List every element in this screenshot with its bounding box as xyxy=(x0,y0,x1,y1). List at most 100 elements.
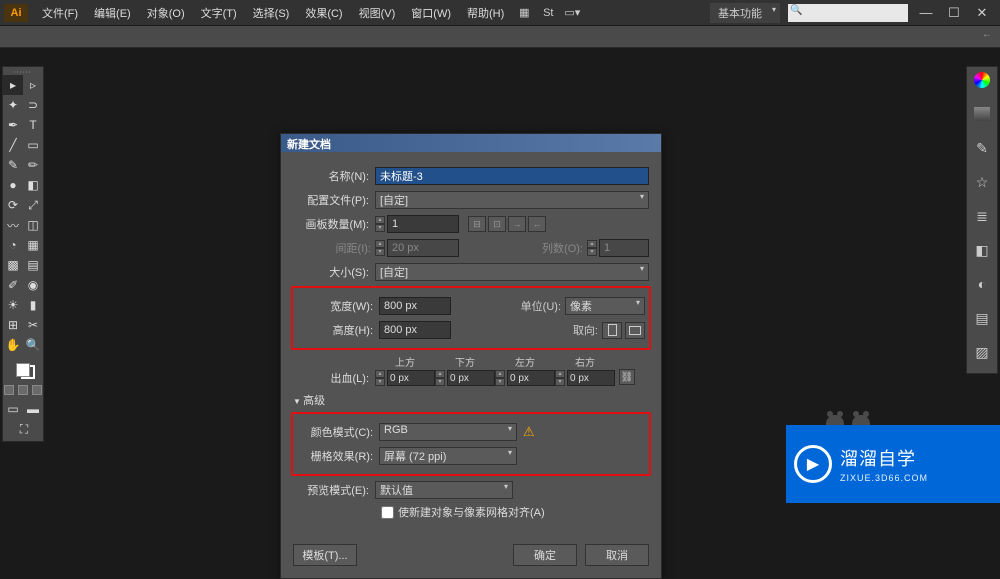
tool-pencil[interactable]: ✏ xyxy=(23,155,43,175)
tool-selection[interactable]: ▸ xyxy=(3,75,23,95)
tool-mesh[interactable]: ▩ xyxy=(3,255,23,275)
tool-wand[interactable]: ✦ xyxy=(3,95,23,115)
tool-brush[interactable]: ✎ xyxy=(3,155,23,175)
orient-landscape[interactable] xyxy=(625,322,645,339)
tool-free-transform[interactable]: ◫ xyxy=(23,215,43,235)
minimize-button[interactable]: — xyxy=(914,4,938,22)
menu-object[interactable]: 对象(O) xyxy=(139,5,193,21)
menu-edit[interactable]: 编辑(E) xyxy=(86,5,139,21)
draw-mode-c[interactable] xyxy=(32,385,42,395)
artboards-label: 画板数量(M): xyxy=(293,216,375,232)
tool-eraser[interactable]: ◧ xyxy=(23,175,43,195)
menu-type[interactable]: 文字(T) xyxy=(193,5,245,21)
preview-dropdown[interactable]: 默认值 xyxy=(375,481,513,499)
search-input[interactable] xyxy=(788,4,908,22)
draw-mode-b[interactable] xyxy=(18,385,28,395)
menu-view[interactable]: 视图(V) xyxy=(351,5,404,21)
tool-artboard[interactable]: ⊞ xyxy=(3,315,23,335)
tool-eyedrop[interactable]: ✐ xyxy=(3,275,23,295)
screen-mode-a[interactable]: ▭ xyxy=(3,399,23,419)
arrange-icon[interactable]: ▭▾ xyxy=(562,4,582,22)
bleed-bottom-input[interactable] xyxy=(447,370,495,386)
tool-rect[interactable]: ▭ xyxy=(23,135,43,155)
orient-label: 取向: xyxy=(546,322,602,338)
height-input[interactable] xyxy=(379,321,451,339)
menu-select[interactable]: 选择(S) xyxy=(245,5,298,21)
size-dropdown[interactable]: [自定] xyxy=(375,263,649,281)
menu-effect[interactable]: 效果(C) xyxy=(297,5,350,21)
fill-swatch[interactable] xyxy=(16,363,30,377)
artboards-stepper[interactable]: ▴▾ xyxy=(375,216,385,232)
bleed-bot-step[interactable]: ▴▾ xyxy=(435,370,445,386)
palette-symbols[interactable]: ☆ xyxy=(967,169,997,195)
palette-brushes[interactable]: ✎ xyxy=(967,135,997,161)
tool-symbol[interactable]: ☀ xyxy=(3,295,23,315)
bleed-right-step[interactable]: ▴▾ xyxy=(555,370,565,386)
tool-scale[interactable]: ⤢ xyxy=(23,195,43,215)
tool-line[interactable]: ╱ xyxy=(3,135,23,155)
height-label: 高度(H): xyxy=(297,322,379,338)
tool-shape-builder[interactable]: ◔ xyxy=(3,235,23,255)
bleed-top-input[interactable] xyxy=(387,370,435,386)
grid-col-btn[interactable]: ⊡ xyxy=(488,216,506,232)
tool-zoom[interactable]: 🔍 xyxy=(23,335,43,355)
palette-swatches[interactable] xyxy=(967,101,997,127)
tool-lasso[interactable]: ⊃ xyxy=(23,95,43,115)
tool-pen[interactable]: ✒ xyxy=(3,115,23,135)
palette-layers[interactable]: ▤ xyxy=(967,305,997,331)
menu-file[interactable]: 文件(F) xyxy=(34,5,86,21)
menu-help[interactable]: 帮助(H) xyxy=(459,5,512,21)
tool-width[interactable]: 〰 xyxy=(3,215,23,235)
width-input[interactable] xyxy=(379,297,451,315)
orient-portrait[interactable] xyxy=(602,322,622,339)
columns-stepper: ▴▾ xyxy=(587,240,597,256)
advanced-toggle[interactable]: 高级 xyxy=(293,392,649,408)
color-swatches[interactable] xyxy=(3,355,43,385)
arrange-rtl-btn[interactable]: ← xyxy=(528,216,546,232)
raster-dropdown[interactable]: 屏幕 (72 ppi) xyxy=(379,447,517,465)
template-button[interactable]: 模板(T)... xyxy=(293,544,357,566)
tool-gradient[interactable]: ▤ xyxy=(23,255,43,275)
units-dropdown[interactable]: 像素 xyxy=(565,297,645,315)
menu-window[interactable]: 窗口(W) xyxy=(403,5,459,21)
tool-rotate[interactable]: ⟳ xyxy=(3,195,23,215)
bridge-icon[interactable]: ▦ xyxy=(514,4,534,22)
watermark: ▶ 溜溜自学 ZIXUE.3D66.COM xyxy=(786,425,1000,503)
tool-direct-select[interactable]: ▹ xyxy=(23,75,43,95)
cancel-button[interactable]: 取消 xyxy=(585,544,649,566)
grid-row-btn[interactable]: ⊟ xyxy=(468,216,486,232)
palette-graphic-styles[interactable]: ◧ xyxy=(967,237,997,263)
palette-appearance[interactable]: ◐ xyxy=(967,271,997,297)
palette-transparency[interactable]: ▨ xyxy=(967,339,997,365)
ok-button[interactable]: 确定 xyxy=(513,544,577,566)
bleed-right-input[interactable] xyxy=(567,370,615,386)
align-pixel-checkbox[interactable] xyxy=(381,506,394,519)
profile-dropdown[interactable]: [自定] xyxy=(375,191,649,209)
tool-type[interactable]: T xyxy=(23,115,43,135)
name-input[interactable] xyxy=(375,167,649,185)
bleed-left-step[interactable]: ▴▾ xyxy=(495,370,505,386)
bleed-left-input[interactable] xyxy=(507,370,555,386)
arrange-ltr-btn[interactable]: → xyxy=(508,216,526,232)
width-label: 宽度(W): xyxy=(297,298,379,314)
workspace-switcher[interactable]: 基本功能 xyxy=(710,3,780,23)
bleed-top-step[interactable]: ▴▾ xyxy=(375,370,385,386)
colormode-dropdown[interactable]: RGB xyxy=(379,423,517,441)
tool-perspective[interactable]: ▦ xyxy=(23,235,43,255)
tool-blend[interactable]: ◉ xyxy=(23,275,43,295)
maximize-button[interactable]: ☐ xyxy=(942,4,966,22)
bleed-link-icon[interactable]: ⛓ xyxy=(619,369,635,385)
draw-mode-a[interactable] xyxy=(4,385,14,395)
artboards-input[interactable] xyxy=(387,215,459,233)
tool-graph[interactable]: ▮ xyxy=(23,295,43,315)
tool-hand[interactable]: ✋ xyxy=(3,335,23,355)
tool-slice[interactable]: ✂ xyxy=(23,315,43,335)
stock-icon[interactable]: St xyxy=(538,4,558,22)
screen-mode-toggle[interactable]: ⛶ xyxy=(3,419,45,439)
palette-color[interactable] xyxy=(967,67,997,93)
screen-mode-b[interactable]: ▬ xyxy=(23,399,43,419)
palette-stroke[interactable]: ≣ xyxy=(967,203,997,229)
columns-input xyxy=(599,239,649,257)
tool-blob[interactable]: ● xyxy=(3,175,23,195)
close-button[interactable]: ✕ xyxy=(970,4,994,22)
